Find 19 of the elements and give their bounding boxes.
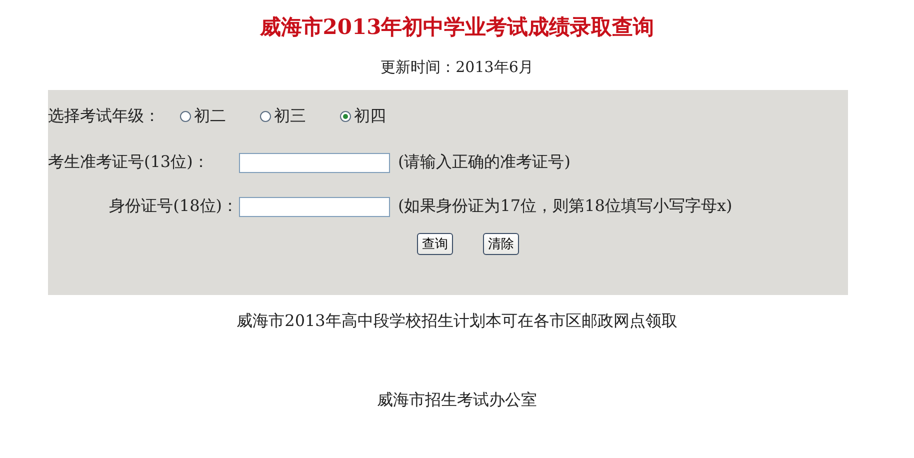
radio-label[interactable]: 初三: [274, 106, 306, 126]
office-name: 威海市招生考试办公室: [377, 390, 537, 411]
radio-button[interactable]: [180, 110, 191, 122]
page-title: 威海市2013年初中学业考试成绩录取查询: [260, 13, 654, 41]
input-field[interactable]: [239, 152, 390, 172]
grade-label: 选择考试年级：: [48, 106, 160, 126]
radio-label[interactable]: 初二: [194, 106, 226, 126]
field-hint: (请输入正确的准考证号): [398, 152, 572, 173]
update-time: 更新时间：2013年6月: [380, 58, 534, 77]
field-label: 身份证号(18位)：: [108, 196, 238, 217]
clear-button[interactable]: 清除: [483, 233, 519, 255]
radio-label[interactable]: 初四: [354, 106, 386, 126]
notice-text: 威海市2013年高中段学校招生计划本可在各市区邮政网点领取: [236, 311, 678, 332]
field-label: 考生准考证号(13位)：: [48, 152, 210, 173]
query-button[interactable]: 查询: [417, 233, 453, 255]
input-field[interactable]: [239, 196, 390, 216]
field-hint: (如果身份证为17位，则第18位填写小写字母x): [398, 196, 734, 217]
radio-button[interactable]: [340, 110, 351, 122]
radio-button[interactable]: [260, 110, 271, 122]
